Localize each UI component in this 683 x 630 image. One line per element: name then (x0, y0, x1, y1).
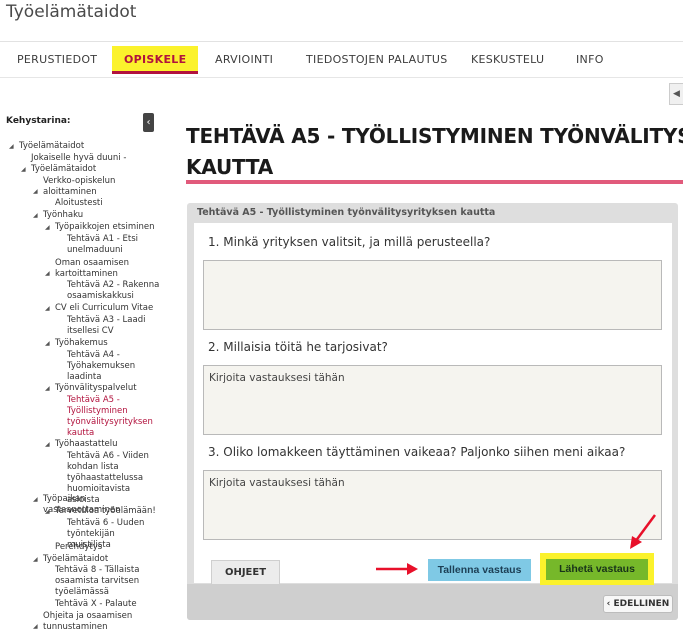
panel-body: 1. Minkä yrityksen valitsit, ja millä pe… (194, 223, 672, 563)
chevron-left-icon: ‹ (606, 599, 611, 609)
heading-underline (186, 180, 683, 184)
answer-field-3[interactable] (203, 470, 662, 540)
tree-item[interactable]: Tehtävä A3 - Laadi itsellesi CV (67, 315, 145, 337)
tree-expand-icon[interactable]: ◢ (33, 496, 38, 503)
tree-item[interactable]: Tehtävä 8 - Tällaista osaamista tarvitse… (55, 565, 139, 598)
tree-item[interactable]: Tehtävä A4 - Työhakemuksen laadinta (67, 350, 135, 383)
previous-button[interactable]: ‹ EDELLINEN (603, 595, 673, 613)
tree-expand-icon[interactable]: ◢ (45, 385, 50, 392)
tree-item[interactable]: Ohjeita ja osaamisen tunnustaminen (43, 611, 132, 630)
tree-item[interactable]: Työhaastattelu (55, 439, 118, 450)
answer-field-1[interactable] (203, 260, 662, 330)
page-title-line-1: TEHTÄVÄ A5 - TYÖLLISTYMINEN TYÖNVÄLITYSY (186, 124, 683, 148)
tree-expand-icon[interactable]: ◢ (45, 508, 50, 515)
tab-info[interactable]: INFO (576, 46, 604, 74)
tree-item[interactable]: Työhakemus (55, 338, 108, 349)
tree-item[interactable]: Työnvälityspalvelut (55, 383, 137, 394)
task-panel: Tehtävä A5 - Työllistyminen työnvälitysy… (187, 203, 678, 620)
chevron-left-icon: ◀ (673, 89, 680, 99)
tree-item[interactable]: Verkko-opiskelun aloittaminen (43, 176, 115, 198)
tree-expand-icon[interactable]: ◢ (45, 305, 50, 312)
tree-expand-icon[interactable]: ◢ (45, 340, 50, 347)
tree-item[interactable]: Aloitustesti (55, 198, 103, 209)
previous-button-label: EDELLINEN (613, 599, 670, 609)
tree-item[interactable]: Työelämätaidot (19, 141, 84, 152)
tree-item[interactable]: Perehdytys (55, 542, 102, 553)
question-3: 3. Oliko lomakkeen täyttäminen vaikeaa? … (208, 445, 626, 459)
tree-item[interactable]: Oman osaamisen kartoittaminen (55, 258, 129, 280)
tree-item[interactable]: Työelämätaidot (43, 554, 108, 565)
sidebar-collapse-button[interactable]: ‹ (143, 113, 154, 132)
app-window: Työelämätaidot PERUSTIEDOT OPISKELE ARVI… (0, 0, 683, 630)
tree-item[interactable]: Tervetuloa työelämään! (55, 506, 156, 517)
save-answer-button[interactable]: Tallenna vastaus (428, 559, 531, 581)
question-2: 2. Millaisia töitä he tarjosivat? (208, 340, 388, 354)
tree-item[interactable]: Työnhaku (43, 210, 83, 221)
send-answer-button[interactable]: Lähetä vastaus (546, 559, 648, 580)
answer-field-2[interactable] (203, 365, 662, 435)
tree-item[interactable]: Tehtävä X - Palaute (55, 599, 137, 610)
question-1: 1. Minkä yrityksen valitsit, ja millä pe… (208, 235, 491, 249)
tree-item[interactable]: Työpaikkojen etsiminen (55, 222, 155, 233)
tree-expand-icon[interactable]: ◢ (9, 143, 14, 150)
tab-tiedostojen-palautus[interactable]: TIEDOSTOJEN PALAUTUS (306, 46, 448, 74)
tab-opiskele[interactable]: OPISKELE (112, 46, 199, 74)
tree-expand-icon[interactable]: ◢ (45, 441, 50, 448)
tree-expand-icon[interactable]: ◢ (33, 188, 38, 195)
right-panel-toggle[interactable]: ◀ (669, 83, 683, 105)
annotation-arrow-right-icon (376, 563, 418, 575)
tree-item[interactable]: CV eli Curriculum Vitae (55, 303, 153, 314)
annotation-arrow-down-left-icon (630, 514, 657, 549)
app-title: Työelämätaidot (6, 2, 137, 22)
tree-expand-icon[interactable]: ◢ (33, 623, 38, 630)
tree-expand-icon[interactable]: ◢ (33, 212, 38, 219)
page-title-line-2: KAUTTA (186, 155, 274, 179)
nav-divider (0, 77, 683, 78)
tab-arviointi[interactable]: ARVIOINTI (215, 46, 273, 74)
tree-expand-icon[interactable]: ◢ (33, 556, 38, 563)
sidebar: Kehystarina: ‹ ◢ Työelämätaidot Jokaisel… (0, 112, 160, 630)
main-nav: PERUSTIEDOT OPISKELE ARVIOINTI TIEDOSTOJ… (0, 46, 683, 76)
tree-expand-icon[interactable]: ◢ (45, 224, 50, 231)
sidebar-title: Kehystarina: (6, 116, 71, 126)
tree-item-current[interactable]: Tehtävä A5 - Työllistyminen työnvälitysy… (67, 395, 153, 439)
tree-expand-icon[interactable]: ◢ (21, 166, 26, 173)
page-title: TEHTÄVÄ A5 - TYÖLLISTYMINEN TYÖNVÄLITYSY… (186, 121, 683, 183)
panel-title: Tehtävä A5 - Työllistyminen työnvälitysy… (197, 207, 496, 218)
tab-perustiedot[interactable]: PERUSTIEDOT (17, 46, 97, 74)
help-tab[interactable]: OHJEET (211, 560, 280, 584)
header-divider (0, 41, 683, 42)
tree-item[interactable]: Työelämätaidot (31, 164, 96, 175)
tree-item[interactable]: Tehtävä A2 - Rakenna osaamiskakkusi (67, 280, 159, 302)
tree-item[interactable]: Tehtävä A1 - Etsi unelmaduuni (67, 234, 138, 256)
tree-expand-icon[interactable]: ◢ (45, 270, 50, 277)
tab-keskustelu[interactable]: KESKUSTELU (471, 46, 544, 74)
chevron-left-icon: ‹ (146, 117, 151, 128)
tree-item[interactable]: Jokaiselle hyvä duuni - (31, 153, 126, 164)
